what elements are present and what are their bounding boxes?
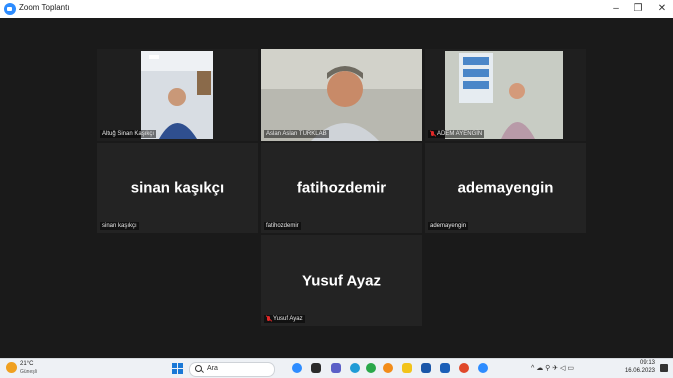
- restore-button[interactable]: ❐: [628, 2, 648, 16]
- notification-icon[interactable]: [660, 364, 668, 372]
- participant-label: sinan kaşıkçı: [100, 222, 139, 230]
- participant-label: Yusuf Ayaz: [264, 315, 305, 323]
- title-bar: Zoom Toplantı – ❐ ✕: [0, 0, 673, 18]
- participant-name: Yusuf Ayaz: [273, 316, 303, 322]
- search-placeholder: Ara: [207, 365, 218, 372]
- participant-name: Aslan Aslan TURKLAB: [266, 131, 327, 137]
- teams-chat-icon[interactable]: [331, 363, 341, 373]
- zoom-app-icon[interactable]: [292, 363, 302, 373]
- participant-name: fatihozdemir: [266, 223, 299, 229]
- participant-display-name: ademayengin: [457, 179, 554, 197]
- close-button[interactable]: ✕: [652, 2, 672, 16]
- participant-label: Altuğ Sinan Kaşıkçı: [100, 130, 157, 138]
- zoom-running-icon[interactable]: [478, 363, 488, 373]
- file-explorer-icon[interactable]: [402, 363, 412, 373]
- participant-tile-fatih[interactable]: fatihozdemir fatihozdemir: [261, 143, 422, 233]
- participant-name: ADEM AYENGİN: [437, 131, 483, 137]
- participant-tile-ademayengin[interactable]: ademayengin ademayengin: [425, 143, 586, 233]
- edge-browser-icon[interactable]: [350, 363, 360, 373]
- participant-video: [97, 49, 258, 141]
- participant-label: ADEM AYENGİN: [428, 130, 485, 138]
- clock-date[interactable]: 16.06.2023: [625, 368, 655, 374]
- participant-display-name: sinan kaşıkçı: [130, 179, 225, 197]
- mic-muted-icon: [430, 131, 435, 137]
- participant-video: [261, 49, 422, 141]
- firefox-browser-icon[interactable]: [383, 363, 393, 373]
- chrome-browser-icon[interactable]: [366, 363, 376, 373]
- weather-temperature[interactable]: 21°C: [20, 361, 33, 367]
- participant-tile-yusuf[interactable]: Yusuf Ayaz Yusuf Ayaz: [261, 235, 422, 326]
- participant-name: ademayengin: [430, 223, 467, 229]
- participant-display-name: fatihozdemir: [296, 179, 387, 197]
- participant-name: sinan kaşıkçı: [102, 223, 137, 229]
- search-icon: [195, 365, 202, 372]
- participant-tile-sinan[interactable]: sinan kaşıkçı sinan kaşıkçı: [97, 143, 258, 233]
- sun-weather-icon[interactable]: [6, 362, 17, 373]
- participant-tile-altug[interactable]: Altuğ Sinan Kaşıkçı: [97, 49, 258, 141]
- participant-tile-adem[interactable]: ADEM AYENGİN: [425, 49, 586, 141]
- mic-muted-icon: [266, 316, 271, 322]
- participant-label: fatihozdemir: [264, 222, 301, 230]
- media-app-icon[interactable]: [459, 363, 469, 373]
- window-title: Zoom Toplantı: [19, 3, 70, 12]
- participant-video: [425, 49, 586, 141]
- clock-time[interactable]: 09:13: [640, 360, 655, 366]
- store-app-icon[interactable]: [421, 363, 431, 373]
- taskbar-search-box[interactable]: Ara: [189, 362, 275, 377]
- participant-tile-aslan[interactable]: Aslan Aslan TURKLAB: [261, 49, 422, 141]
- participant-label: ademayengin: [428, 222, 469, 230]
- participant-name: Altuğ Sinan Kaşıkçı: [102, 131, 155, 137]
- meeting-gallery: Altuğ Sinan Kaşıkçı Aslan Aslan TURKLAB: [5, 18, 669, 359]
- outlook-mail-icon[interactable]: [440, 363, 450, 373]
- weather-description[interactable]: Güneşli: [20, 369, 37, 375]
- task-view-icon[interactable]: [311, 363, 321, 373]
- participant-label: Aslan Aslan TURKLAB: [264, 130, 329, 138]
- zoom-logo-icon: [4, 3, 16, 15]
- participant-display-name: Yusuf Ayaz: [302, 272, 381, 289]
- system-tray-icons[interactable]: ^ ☁ ⚲ ✈ ◁ ▭: [531, 364, 574, 372]
- windows-taskbar: 21°C Güneşli Ara ^ ☁ ⚲ ✈ ◁ ▭ 09:13 16.06…: [0, 358, 673, 378]
- windows-start-icon[interactable]: [172, 363, 183, 374]
- minimize-button[interactable]: –: [606, 2, 626, 16]
